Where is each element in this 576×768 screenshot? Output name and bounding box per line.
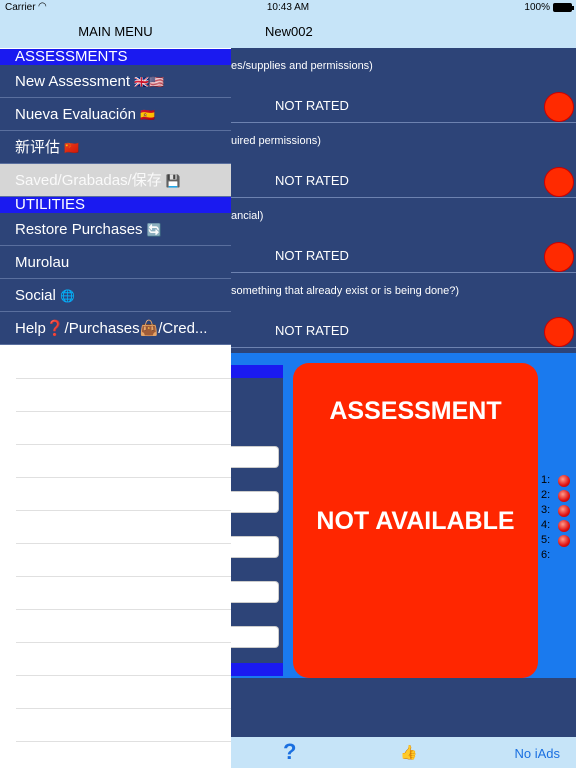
legend-item: 2: bbox=[541, 488, 576, 503]
empty-menu-row bbox=[16, 708, 231, 709]
thumbs-up-icon[interactable]: 👍 bbox=[400, 744, 417, 761]
panel-input-column bbox=[231, 378, 283, 663]
red-dot-icon bbox=[558, 490, 570, 502]
menu-item-help[interactable]: Help❓/Purchases👜/Cred... bbox=[0, 312, 231, 345]
menu-item-label: Social bbox=[15, 287, 56, 304]
empty-menu-row bbox=[16, 510, 231, 511]
red-dot-icon bbox=[558, 475, 570, 487]
rating-label: NOT RATED bbox=[275, 98, 349, 113]
empty-menu-row bbox=[16, 543, 231, 544]
question-text: something that already exist or is being… bbox=[231, 285, 460, 297]
battery-percent: 100% bbox=[524, 2, 550, 13]
menu-item-nueva-evaluacion[interactable]: Nueva Evaluación 🇪🇸 bbox=[0, 98, 231, 131]
rating-label: NOT RATED bbox=[275, 173, 349, 188]
flag-spain-icon: 🇪🇸 bbox=[140, 108, 156, 122]
score-legend: 1: 2: 3: 4: 5: 6: bbox=[541, 473, 576, 563]
menu-item-saved[interactable]: Saved/Grabadas/保存 💾 bbox=[0, 164, 231, 197]
legend-item: 1: bbox=[541, 473, 576, 488]
question-text: uired permissions) bbox=[231, 135, 321, 147]
score-field[interactable] bbox=[231, 581, 279, 603]
score-field[interactable] bbox=[231, 491, 279, 513]
panel-footer-stripe bbox=[231, 663, 283, 676]
empty-menu-row bbox=[16, 609, 231, 610]
empty-menu-row bbox=[16, 477, 231, 478]
card-title: ASSESSMENT bbox=[329, 397, 502, 425]
rating-status-icon[interactable] bbox=[544, 167, 574, 197]
rating-status-icon[interactable] bbox=[544, 317, 574, 347]
red-dot-icon bbox=[558, 535, 570, 547]
rating-label: NOT RATED bbox=[275, 323, 349, 338]
question-row[interactable]: es/supplies and permissions) NOT RATED bbox=[231, 48, 576, 123]
legend-item: 3: bbox=[541, 503, 576, 518]
section-header-assessments: ASSESSMENTS bbox=[0, 49, 231, 65]
menu-item-new-assessment-chinese[interactable]: 新评估 🇨🇳 bbox=[0, 131, 231, 164]
menu-item-label: Murolau bbox=[15, 254, 70, 271]
question-text: es/supplies and permissions) bbox=[231, 60, 373, 72]
legend-item: 6: bbox=[541, 549, 551, 561]
score-field[interactable] bbox=[231, 626, 279, 648]
results-panel: ASSESSMENT NOT AVAILABLE 1: 2: 3: 4: 5: … bbox=[231, 353, 576, 678]
no-ads-button[interactable]: No iAds bbox=[514, 746, 560, 761]
menu-item-restore-purchases[interactable]: Restore Purchases 🔄 bbox=[0, 213, 231, 246]
menu-item-social[interactable]: Social 🌐 bbox=[0, 279, 231, 312]
section-header-utilities: UTILITIES bbox=[0, 197, 231, 213]
question-text: ancial) bbox=[231, 210, 264, 222]
empty-menu-row bbox=[16, 576, 231, 577]
question-row[interactable]: something that already exist or is being… bbox=[231, 273, 576, 348]
battery-icon bbox=[553, 3, 574, 12]
legend-item: 4: bbox=[541, 518, 576, 533]
flag-china-icon: 🇨🇳 bbox=[64, 141, 80, 155]
assessment-content: es/supplies and permissions) NOT RATED u… bbox=[231, 48, 576, 737]
menu-item-new-assessment[interactable]: New Assessment 🇬🇧🇺🇸 bbox=[0, 65, 231, 98]
menu-item-label: 新评估 bbox=[15, 139, 61, 156]
empty-menu-row bbox=[16, 675, 231, 676]
score-field[interactable] bbox=[231, 446, 279, 468]
menu-header: MAIN MENU bbox=[0, 16, 231, 48]
menu-item-label: Saved/Grabadas/保存 bbox=[15, 172, 162, 189]
panel-header-stripe bbox=[231, 365, 283, 378]
score-field[interactable] bbox=[231, 536, 279, 558]
assessment-unavailable-card: ASSESSMENT NOT AVAILABLE bbox=[293, 363, 538, 678]
save-icon: 💾 bbox=[165, 174, 181, 188]
empty-menu-row bbox=[16, 741, 231, 742]
status-bar: Carrier ◠ 10:43 AM 100% bbox=[0, 0, 576, 16]
rating-label: NOT RATED bbox=[275, 248, 349, 263]
empty-menu-row bbox=[16, 411, 231, 412]
side-menu: MAIN MENU ASSESSMENTS New Assessment 🇬🇧🇺… bbox=[0, 16, 231, 768]
question-row[interactable]: ancial) NOT RATED bbox=[231, 198, 576, 273]
rating-status-icon[interactable] bbox=[544, 92, 574, 122]
page-title: New002 bbox=[265, 24, 313, 39]
question-row[interactable]: uired permissions) NOT RATED bbox=[231, 123, 576, 198]
status-time: 10:43 AM bbox=[266, 2, 310, 13]
menu-item-murolau[interactable]: Murolau bbox=[0, 246, 231, 279]
globe-icon: 🌐 bbox=[60, 289, 75, 303]
help-button[interactable]: ? bbox=[283, 739, 296, 765]
legend-item: 5: bbox=[541, 533, 576, 548]
empty-menu-row bbox=[16, 444, 231, 445]
red-dot-icon bbox=[558, 505, 570, 517]
menu-item-label: Nueva Evaluación bbox=[15, 106, 136, 123]
menu-title: MAIN MENU bbox=[78, 24, 153, 39]
menu-item-label: Restore Purchases bbox=[15, 221, 143, 238]
empty-menu-row bbox=[16, 642, 231, 643]
card-status: NOT AVAILABLE bbox=[316, 507, 515, 535]
red-dot-icon bbox=[558, 520, 570, 532]
flag-uk-us-icon: 🇬🇧🇺🇸 bbox=[134, 75, 165, 89]
menu-item-label: New Assessment bbox=[15, 73, 131, 90]
menu-item-label: Help❓/Purchases👜/Cred... bbox=[15, 320, 208, 337]
restore-icon: 🔄 bbox=[146, 223, 162, 237]
empty-menu-row bbox=[16, 378, 231, 379]
rating-status-icon[interactable] bbox=[544, 242, 574, 272]
